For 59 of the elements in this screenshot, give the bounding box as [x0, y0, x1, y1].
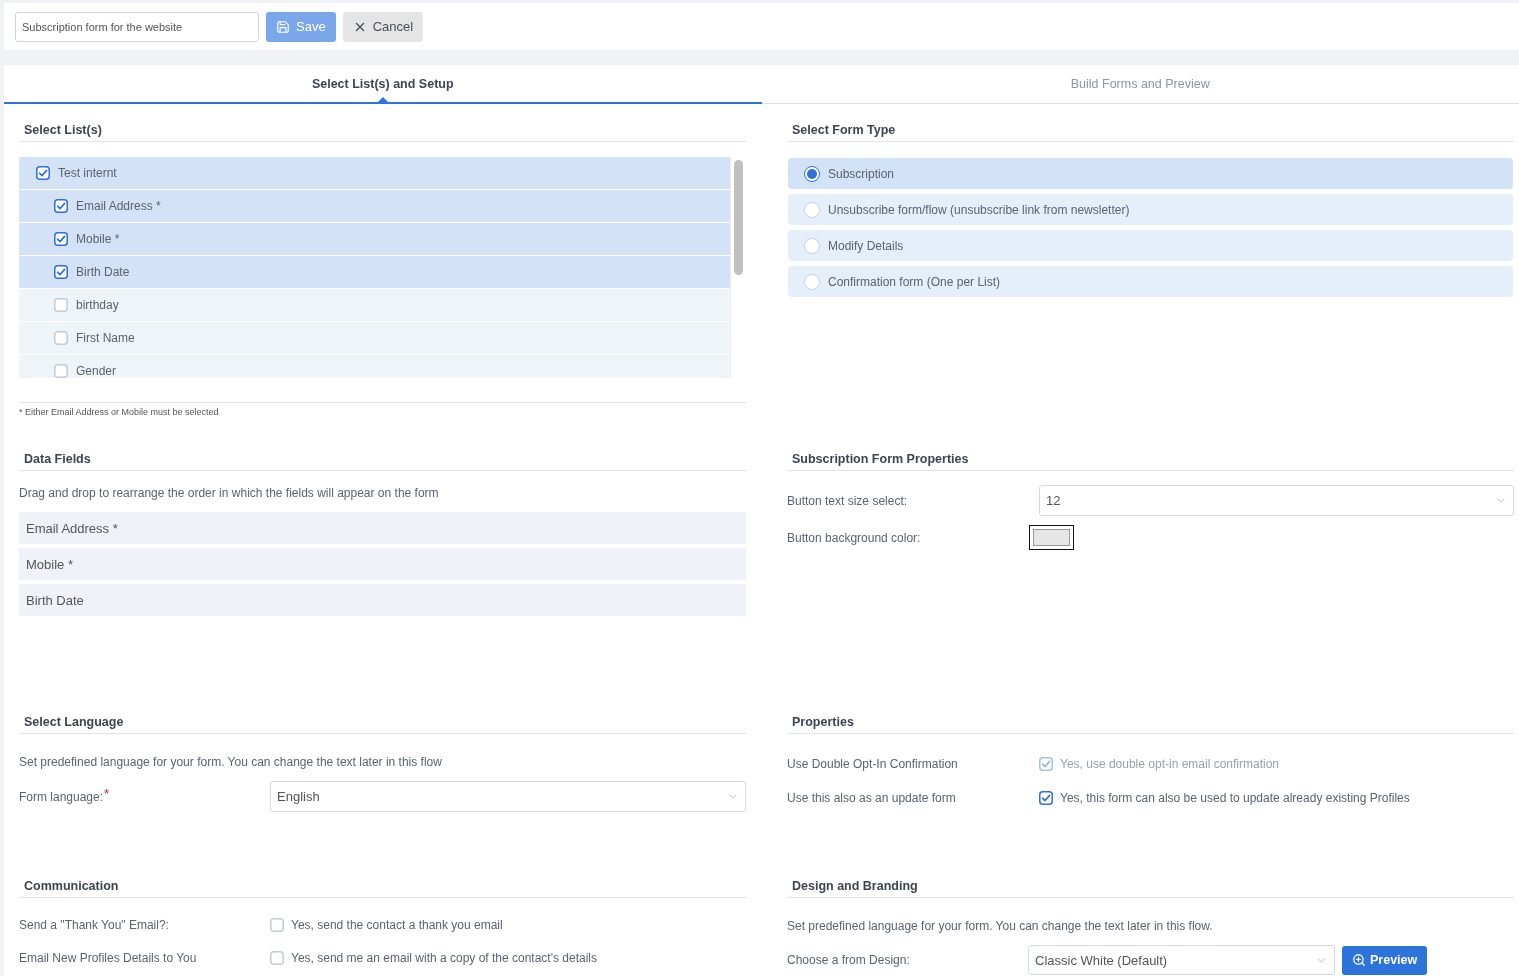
- draggable-field[interactable]: Email Address *: [19, 512, 746, 544]
- description-text: Set predefined language for your form. You can change the text later in this flow: [19, 755, 443, 769]
- dropdown[interactable]: Classic White (Default): [1028, 945, 1335, 975]
- section-title: Communication: [19, 874, 746, 898]
- cancel-button[interactable]: Cancel: [342, 11, 424, 42]
- required-asterisk: *: [104, 785, 110, 801]
- zoom-in-icon: [1352, 953, 1366, 967]
- list-item[interactable]: Gender: [19, 355, 730, 378]
- checkbox[interactable]: [270, 951, 284, 965]
- list-item[interactable]: Birth Date: [19, 256, 730, 288]
- list-item[interactable]: Test internt: [19, 157, 730, 189]
- draggable-field[interactable]: Birth Date: [19, 584, 746, 616]
- field-label: Form language:: [19, 789, 104, 804]
- field-label: Email New Profiles Details to You: [19, 951, 197, 965]
- checkbox[interactable]: [54, 265, 68, 279]
- checkbox[interactable]: [54, 232, 68, 246]
- list-item[interactable]: Email Address *: [19, 190, 730, 222]
- dropdown[interactable]: English: [270, 781, 746, 812]
- list-item[interactable]: First Name: [19, 322, 730, 354]
- section-title: Subscription Form Properties: [787, 447, 1514, 471]
- section-title: Properties: [787, 710, 1514, 734]
- field-label: Button text size select:: [787, 493, 908, 508]
- checkbox-label: Yes, send the contact a thank you email: [291, 918, 503, 932]
- field-label: Use Double Opt-In Confirmation: [787, 757, 958, 771]
- form-name-input[interactable]: Subscription form for the website: [15, 11, 259, 42]
- draggable-field[interactable]: Mobile *: [19, 548, 746, 580]
- section-title: Design and Branding: [787, 874, 1514, 898]
- checkbox-label: Yes, use double opt-in email confirmation: [1060, 757, 1280, 771]
- checkbox[interactable]: [54, 364, 68, 378]
- checkbox[interactable]: [54, 331, 68, 345]
- radio-option[interactable]: Modify Details: [788, 230, 1513, 261]
- list-item[interactable]: Mobile *: [19, 223, 730, 255]
- section-title: Select Form Type: [787, 118, 1514, 142]
- description-text: Set predefined language for your form. You can change the text later in this flow.: [787, 919, 1214, 933]
- field-label: Choose a from Design:: [787, 953, 910, 967]
- checkbox[interactable]: [36, 166, 50, 180]
- footnote-text: * Either Email Address or Mobile must be selected: [19, 407, 220, 417]
- dropdown[interactable]: 12: [1039, 485, 1514, 516]
- scrollbar-thumb[interactable]: [734, 160, 743, 275]
- checkbox[interactable]: [1039, 791, 1053, 805]
- checkbox-label: Yes, this form can also be used to update already existing Profiles: [1060, 791, 1410, 805]
- list-item[interactable]: birthday: [19, 289, 730, 321]
- hint-text: Drag and drop to rearrange the order in which the fields will appear on the form: [19, 486, 440, 500]
- field-label: Use this also as an update form: [787, 791, 956, 805]
- radio-option[interactable]: Confirmation form (One per List): [788, 266, 1513, 297]
- section-title: Select List(s): [19, 118, 746, 142]
- radio-option[interactable]: Subscription: [788, 158, 1513, 189]
- checkbox[interactable]: [270, 918, 284, 932]
- checkbox-label: Yes, send me an email with a copy of the contact's details: [291, 951, 598, 965]
- section-title: Data Fields: [19, 447, 746, 471]
- tab-pointer-icon: [377, 97, 388, 102]
- radio-option[interactable]: Unsubscribe form/flow (unsubscribe link from newsletter): [788, 194, 1513, 225]
- field-label: Button background color:: [787, 530, 921, 545]
- section-title: Select Language: [19, 710, 746, 734]
- checkbox[interactable]: [54, 298, 68, 312]
- preview-button[interactable]: Preview: [1342, 945, 1428, 975]
- checkbox[interactable]: [54, 199, 68, 213]
- field-label: Send a "Thank You" Email?:: [19, 918, 169, 932]
- radio-button[interactable]: [804, 165, 820, 182]
